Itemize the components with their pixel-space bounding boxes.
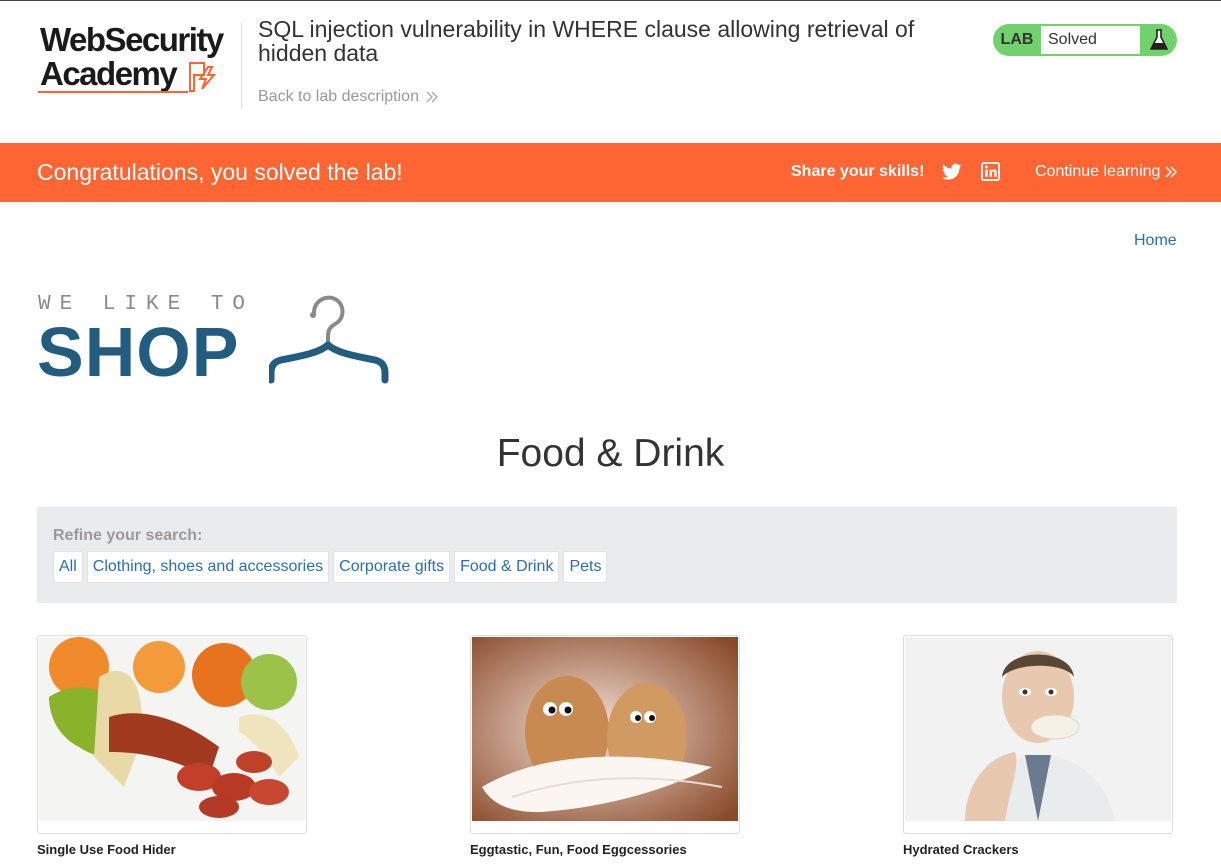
refine-search-label: Refine your search:	[53, 527, 203, 544]
logo-line-1: WebSecurity	[40, 21, 224, 58]
product-grid: Single Use Food Hider Eggtastic, Fun, Fo…	[37, 635, 1177, 864]
refine-search-panel: Refine your search: All Clothing, shoes …	[37, 507, 1177, 603]
congratulations-message: Congratulations, you solved the lab!	[37, 159, 403, 185]
double-chevron-right-icon	[1165, 166, 1178, 178]
flask-icon	[1140, 24, 1177, 56]
category-filters: All Clothing, shoes and accessories Corp…	[53, 551, 608, 583]
filter-food-drink[interactable]: Food & Drink	[454, 551, 560, 583]
product-image	[905, 637, 1171, 821]
double-chevron-right-icon	[426, 91, 438, 103]
linkedin-icon[interactable]	[981, 162, 1000, 181]
product-name[interactable]: Single Use Food Hider	[37, 842, 307, 857]
we-like-to-shop-logo[interactable]: WE LIKE TO SHOP	[37, 293, 397, 388]
lab-state: Solved	[1041, 26, 1140, 54]
clothes-hanger-icon	[269, 295, 389, 384]
lab-tag: LAB	[1000, 31, 1034, 48]
product-image-frame	[903, 635, 1173, 834]
header-divider	[241, 23, 242, 109]
continue-learning-link[interactable]: Continue learning	[1035, 163, 1178, 181]
back-link-label: Back to lab description	[258, 88, 419, 105]
lab-title: SQL injection vulnerability in WHERE cla…	[258, 16, 915, 66]
filter-corporate-gifts[interactable]: Corporate gifts	[333, 551, 451, 583]
logo-line-2: Academy	[40, 55, 178, 92]
product-name[interactable]: Eggtastic, Fun, Food Eggcessories	[470, 842, 740, 857]
congratulations-banner: Congratulations, you solved the lab! Sha…	[0, 143, 1221, 202]
product-card[interactable]: Hydrated Crackers	[903, 635, 1173, 857]
product-image-frame	[37, 635, 307, 834]
filter-pets[interactable]: Pets	[563, 551, 608, 583]
lab-header: WebSecurity Academy SQL injection vulner…	[0, 1, 1221, 143]
logo-underline	[38, 91, 188, 93]
product-image	[39, 637, 305, 821]
share-skills-label: Share your skills!	[791, 163, 925, 180]
product-name[interactable]: Hydrated Crackers	[903, 842, 1173, 857]
back-to-lab-description-link[interactable]: Back to lab description	[258, 88, 439, 106]
twitter-icon[interactable]	[942, 163, 962, 181]
product-image-frame	[470, 635, 740, 834]
filter-clothing[interactable]: Clothing, shoes and accessories	[86, 551, 330, 583]
web-security-academy-logo[interactable]: WebSecurity Academy	[38, 19, 238, 97]
product-image	[472, 637, 738, 821]
shop-logo-word: SHOP	[37, 313, 240, 391]
home-link[interactable]: Home	[1134, 232, 1177, 250]
continue-learning-label: Continue learning	[1035, 163, 1161, 180]
lightning-bolt-icon	[189, 62, 217, 92]
filter-all[interactable]: All	[53, 551, 83, 583]
product-card[interactable]: Single Use Food Hider	[37, 635, 307, 857]
lab-status-widget: LAB Solved	[993, 24, 1177, 56]
product-card[interactable]: Eggtastic, Fun, Food Eggcessories	[470, 635, 740, 857]
page-title: Food & Drink	[496, 432, 725, 475]
